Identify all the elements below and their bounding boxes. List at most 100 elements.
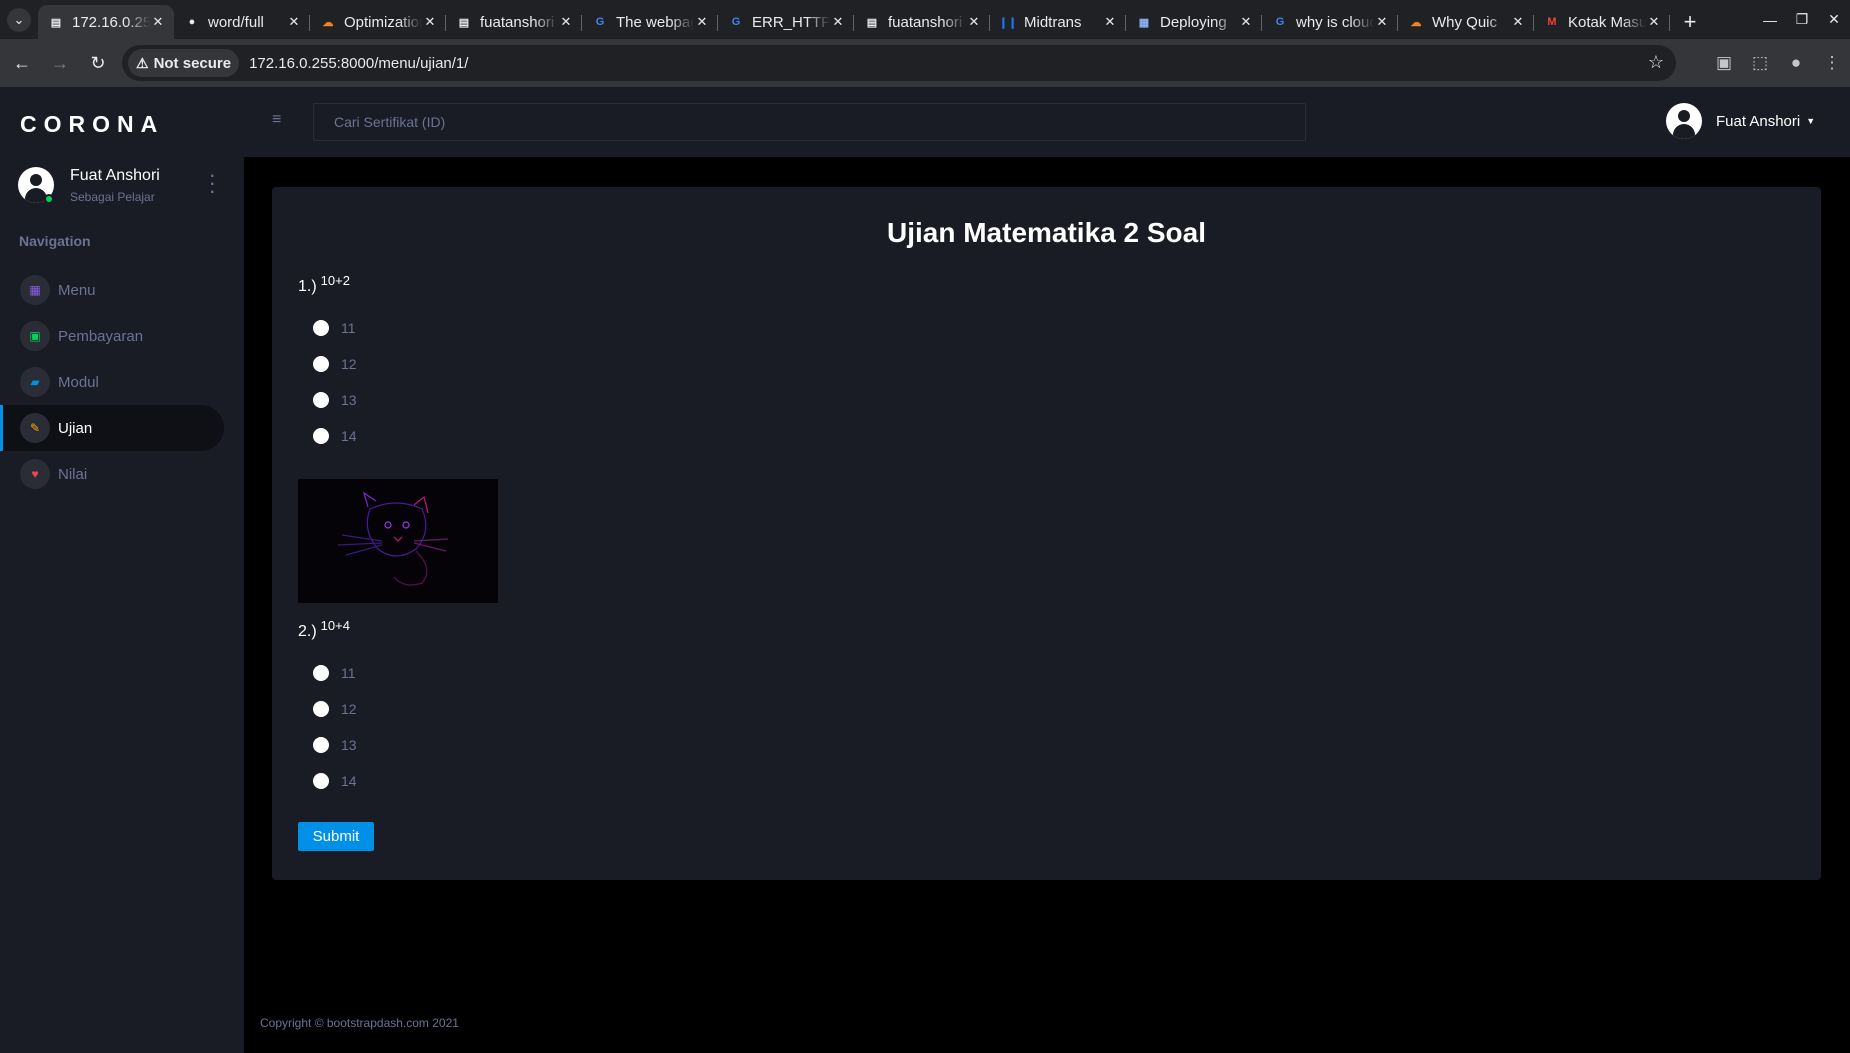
question-header: 2.) 10+4 (298, 618, 357, 641)
answer-option[interactable]: 11 (313, 310, 357, 346)
browser-tab[interactable]: ● word/full ✕ (174, 5, 310, 39)
tab-title: 172.16.0.255:8000 (72, 13, 150, 31)
chevron-down-icon: ▼ (1806, 116, 1816, 126)
tab-title: Midtrans (1024, 13, 1082, 31)
profile-icon[interactable]: ● (1778, 47, 1814, 79)
nav-section-label: Navigation (19, 233, 91, 249)
sidebar-profile: Fuat Anshori Sebagai Pelajar · · · (18, 167, 228, 215)
radio-button[interactable] (313, 392, 329, 408)
tab-title: word/full (208, 13, 264, 31)
answer-option[interactable]: 14 (313, 763, 357, 799)
browser-tab[interactable]: ❙❙ Midtrans ✕ (990, 5, 1126, 39)
page-icon: ▤ (50, 16, 62, 29)
browser-tab[interactable]: G The webpage✕ (582, 5, 718, 39)
radio-button[interactable] (313, 773, 329, 789)
tab-title: Deploying (1160, 13, 1227, 31)
certificate-search-input[interactable] (313, 103, 1306, 141)
browser-tab[interactable]: G ERR_HTTP ✕ (718, 5, 854, 39)
tab-close-icon[interactable]: ✕ (150, 14, 166, 30)
answer-option[interactable]: 13 (313, 382, 357, 418)
radio-button[interactable] (313, 701, 329, 717)
submit-button[interactable]: Submit (298, 822, 374, 851)
radio-button[interactable] (313, 428, 329, 444)
question-2: 2.) 10+4 11 12 13 14 (298, 618, 357, 799)
dashboard-icon: ▦ (20, 275, 50, 305)
translate-icon[interactable]: ▣ (1706, 47, 1742, 79)
tab-close-icon[interactable]: ✕ (558, 14, 574, 30)
google-icon: G (595, 16, 605, 28)
brand-logo[interactable]: CORONA (20, 111, 164, 138)
sidebar-toggle-icon[interactable]: ≡ (272, 111, 281, 129)
sidebar-item-menu[interactable]: ▦ Menu (0, 267, 224, 313)
docs-icon: ▦ (1138, 16, 1150, 29)
browser-tab[interactable]: ☁ Why Quic ✕ (1398, 5, 1534, 39)
browser-tab[interactable]: Gwhy is cloudflare✕ (1262, 5, 1398, 39)
maximize-icon[interactable]: ❐ (1786, 0, 1818, 39)
question-text: 10+2 (320, 273, 350, 288)
tab-close-icon[interactable]: ✕ (1238, 14, 1254, 30)
sidebar-item-nilai[interactable]: ♥ Nilai (0, 451, 224, 497)
back-icon[interactable]: ← (6, 47, 38, 79)
answer-option[interactable]: 13 (313, 727, 357, 763)
browser-tab[interactable]: ▤ fuatanshori ✕ (854, 5, 990, 39)
answer-option[interactable]: 12 (313, 346, 357, 382)
sidebar-item-ujian[interactable]: ✎ Ujian (0, 405, 224, 451)
radio-button[interactable] (313, 320, 329, 336)
minimize-icon[interactable]: — (1754, 0, 1786, 39)
window-controls: — ❐ ✕ (1754, 0, 1850, 39)
option-label: 11 (341, 665, 356, 681)
tab-close-icon[interactable]: ✕ (694, 14, 710, 30)
user-menu[interactable]: Fuat Anshori ▼ (1666, 103, 1815, 139)
radio-button[interactable] (313, 665, 329, 681)
payment-icon: ▣ (20, 321, 50, 351)
tab-close-icon[interactable]: ✕ (286, 14, 302, 30)
extensions-icon[interactable]: ⬚ (1742, 47, 1778, 79)
page-icon: ▤ (458, 16, 470, 29)
forward-icon[interactable]: → (44, 47, 76, 79)
tab-close-icon[interactable]: ✕ (1102, 14, 1118, 30)
browser-tab[interactable]: ▦ Deploying ✕ (1126, 5, 1262, 39)
radio-button[interactable] (313, 356, 329, 372)
option-label: 13 (341, 392, 357, 408)
browser-tab[interactable]: M Kotak Masuk✕ (1534, 5, 1670, 39)
reload-icon[interactable]: ↻ (82, 47, 114, 79)
browser-tab[interactable]: ▤ fuatanshori ✕ (446, 5, 582, 39)
radio-button[interactable] (313, 737, 329, 753)
sidebar-item-label: Modul (58, 373, 99, 391)
sidebar-item-modul[interactable]: ▰ Modul (0, 359, 224, 405)
answer-option[interactable]: 12 (313, 691, 357, 727)
tab-search-button[interactable]: ⌄ (0, 0, 38, 39)
browser-tab[interactable]: ▤ 172.16.0.255:8000✕ (38, 5, 174, 39)
tab-close-icon[interactable]: ✕ (966, 14, 982, 30)
tab-close-icon[interactable]: ✕ (422, 14, 438, 30)
answer-option[interactable]: 11 (313, 655, 357, 691)
browser-tab[interactable]: ☁ Optimization ✕ (310, 5, 446, 39)
exam-title: Ujian Matematika 2 Soal (886, 217, 1206, 248)
url-text[interactable]: 172.16.0.255:8000/menu/ujian/1/ (249, 55, 468, 72)
tab-close-icon[interactable]: ✕ (1646, 14, 1662, 30)
midtrans-icon: ❙❙ (998, 16, 1018, 29)
tab-close-icon[interactable]: ✕ (1374, 14, 1390, 30)
top-navbar: ≡ Fuat Anshori ▼ (244, 87, 1850, 157)
profile-menu-icon[interactable]: · · · (210, 169, 215, 201)
answer-option[interactable]: 14 (313, 418, 357, 454)
menu-kebab-icon[interactable]: ⋮ (1814, 47, 1850, 79)
sidebar-item-label: Ujian (58, 419, 93, 437)
close-icon[interactable]: ✕ (1818, 0, 1850, 39)
pencil-icon: ✎ (20, 413, 50, 443)
security-label: Not secure (153, 54, 232, 72)
question-number: 1.) (298, 278, 317, 295)
online-status-dot (44, 194, 54, 204)
sidebar-item-pembayaran[interactable]: ▣ Pembayaran (0, 313, 224, 359)
sidebar-nav: ▦ Menu ▣ Pembayaran ▰ Modul ✎ Ujian ♥ Nilai (0, 267, 244, 497)
new-tab-button[interactable]: + (1670, 5, 1710, 39)
security-chip[interactable]: ⚠ Not secure (128, 49, 240, 77)
question-image (298, 479, 498, 603)
address-bar[interactable]: ⚠ Not secure 172.16.0.255:8000/menu/ujia… (122, 45, 1676, 81)
tab-close-icon[interactable]: ✕ (830, 14, 846, 30)
bookmark-star-icon[interactable]: ☆ (1648, 52, 1664, 73)
cloudflare-icon: ☁ (322, 16, 334, 29)
tab-close-icon[interactable]: ✕ (1510, 14, 1526, 30)
sidebar-item-label: Nilai (58, 465, 88, 483)
question-text: 10+4 (320, 618, 350, 633)
